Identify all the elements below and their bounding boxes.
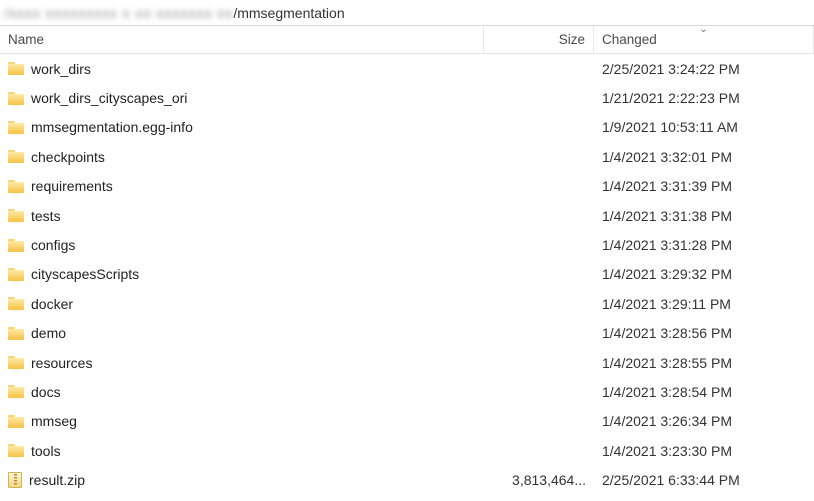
cell-name: work_dirs_cityscapes_ori [0,90,484,106]
cell-name: work_dirs [0,61,484,77]
folder-icon [8,92,24,105]
cell-name: docker [0,296,484,312]
folder-icon [8,297,24,310]
column-header-changed-label: Changed [602,32,657,47]
cell-changed: 1/4/2021 3:31:38 PM [594,208,814,224]
folder-icon [8,385,24,398]
cell-changed: 1/21/2021 2:22:23 PM [594,90,814,106]
table-row[interactable]: work_dirs_cityscapes_ori 1/21/2021 2:22:2… [0,83,814,112]
table-row[interactable]: checkpoints 1/4/2021 3:32:01 PM [0,142,814,171]
table-row[interactable]: result.zip 3,813,464...2/25/2021 6:33:44 … [0,465,814,494]
column-header-row: Name Size ⌄ Changed [0,26,814,54]
cell-changed: 1/4/2021 3:29:32 PM [594,266,814,282]
path-obscured: /xxxx xxxxxxxxx x xx xxxxxxx xx [4,5,233,21]
table-row[interactable]: tools 1/4/2021 3:23:30 PM [0,436,814,465]
cell-name: checkpoints [0,149,484,165]
cell-changed: 1/9/2021 10:53:11 AM [594,119,814,135]
table-row[interactable]: work_dirs 2/25/2021 3:24:22 PM [0,54,814,83]
folder-icon [8,415,24,428]
cell-size: 3,813,464... [484,472,594,488]
file-name-label: work_dirs [31,61,91,77]
file-name-label: configs [31,237,75,253]
folder-icon [8,150,24,163]
table-row[interactable]: resources 1/4/2021 3:28:55 PM [0,348,814,377]
cell-name: cityscapesScripts [0,266,484,282]
zip-file-icon [8,472,22,488]
cell-changed: 1/4/2021 3:26:34 PM [594,413,814,429]
file-name-label: docker [31,296,73,312]
cell-name: mmseg [0,413,484,429]
cell-name: mmsegmentation.egg-info [0,119,484,135]
cell-name: configs [0,237,484,253]
folder-icon [8,180,24,193]
folder-icon [8,444,24,457]
file-name-label: resources [31,355,92,371]
file-name-label: mmseg [31,413,77,429]
file-rows-container: work_dirs 2/25/2021 3:24:22 PM work_dirs_c… [0,54,814,495]
cell-name: requirements [0,178,484,194]
cell-changed: 2/25/2021 6:33:44 PM [594,472,814,488]
table-row[interactable]: demo 1/4/2021 3:28:56 PM [0,319,814,348]
file-name-label: tools [31,443,61,459]
table-row[interactable]: configs 1/4/2021 3:31:28 PM [0,230,814,259]
folder-icon [8,239,24,252]
cell-name: resources [0,355,484,371]
file-name-label: requirements [31,178,113,194]
cell-changed: 1/4/2021 3:31:28 PM [594,237,814,253]
cell-name: demo [0,325,484,341]
cell-changed: 1/4/2021 3:28:56 PM [594,325,814,341]
cell-changed: 2/25/2021 3:24:22 PM [594,61,814,77]
file-name-label: checkpoints [31,149,105,165]
table-row[interactable]: tests 1/4/2021 3:31:38 PM [0,201,814,230]
folder-icon [8,268,24,281]
file-name-label: demo [31,325,66,341]
path-visible: /mmsegmentation [233,5,344,21]
cell-name: docs [0,384,484,400]
cell-name: result.zip [0,472,484,488]
folder-icon [8,356,24,369]
column-header-size[interactable]: Size [484,26,594,53]
file-name-label: cityscapesScripts [31,266,139,282]
column-header-changed[interactable]: ⌄ Changed [594,26,814,53]
cell-changed: 1/4/2021 3:28:54 PM [594,384,814,400]
cell-name: tools [0,443,484,459]
file-name-label: mmsegmentation.egg-info [31,119,193,135]
path-bar[interactable]: /xxxx xxxxxxxxx x xx xxxxxxx xx /mmsegme… [0,0,814,26]
cell-changed: 1/4/2021 3:31:39 PM [594,178,814,194]
table-row[interactable]: docs 1/4/2021 3:28:54 PM [0,377,814,406]
folder-icon [8,121,24,134]
file-name-label: tests [31,208,61,224]
file-name-label: docs [31,384,61,400]
folder-icon [8,209,24,222]
folder-icon [8,327,24,340]
table-row[interactable]: docker 1/4/2021 3:29:11 PM [0,289,814,318]
file-list-pane: Name Size ⌄ Changed work_dirs 2/25/2021 3… [0,26,814,501]
table-row[interactable]: mmsegmentation.egg-info 1/9/2021 10:53:11… [0,113,814,142]
cell-changed: 1/4/2021 3:23:30 PM [594,443,814,459]
folder-icon [8,62,24,75]
table-row[interactable]: cityscapesScripts 1/4/2021 3:29:32 PM [0,260,814,289]
table-row[interactable]: requirements 1/4/2021 3:31:39 PM [0,172,814,201]
cell-changed: 1/4/2021 3:28:55 PM [594,355,814,371]
column-header-size-label: Size [559,32,585,47]
cell-name: tests [0,208,484,224]
cell-changed: 1/4/2021 3:32:01 PM [594,149,814,165]
sort-caret-down-icon: ⌄ [699,26,707,35]
file-name-label: result.zip [29,472,85,488]
file-name-label: work_dirs_cityscapes_ori [31,90,187,106]
column-header-name[interactable]: Name [0,26,484,53]
table-row[interactable]: mmseg 1/4/2021 3:26:34 PM [0,407,814,436]
column-header-name-label: Name [8,32,44,47]
cell-changed: 1/4/2021 3:29:11 PM [594,296,814,312]
